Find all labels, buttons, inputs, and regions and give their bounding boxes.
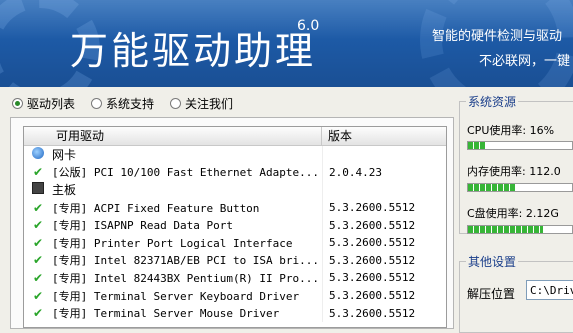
app-title: 万能驱动助理: [70, 29, 317, 73]
driver-name: [公版] PCI 10/100 Fast Ethernet Adapte...: [52, 166, 320, 180]
tab-follow-us[interactable]: 关注我们: [170, 94, 233, 112]
column-header-driver[interactable]: 可用驱动: [24, 127, 322, 145]
disk-usage-label: C盘使用率: 2.12G: [467, 207, 559, 220]
motherboard-icon: [32, 182, 44, 195]
check-icon: ✔: [32, 270, 44, 285]
cpu-usage-label: CPU使用率: 16%: [467, 124, 555, 137]
check-icon: ✔: [32, 288, 44, 303]
other-settings-title: 其他设置: [466, 253, 519, 270]
disk-usage-value: 2.12G: [525, 207, 559, 220]
tab-label: 驱动列表: [27, 96, 76, 111]
app-version: 6.0: [297, 18, 320, 34]
cpu-usage-bar: [467, 141, 573, 150]
table-row[interactable]: ✔ [专用] ISAPNP Read Data Port 5.3.2600.551…: [24, 216, 446, 234]
table-row[interactable]: ✔ [专用] Intel 82443BX Pentium(R) II Pro...…: [24, 269, 446, 287]
slogan-line-2: 不必联网，一键: [479, 54, 571, 69]
driver-version: 5.3.2600.5512: [329, 218, 416, 232]
check-icon: ✔: [32, 218, 44, 233]
check-icon: ✔: [32, 306, 44, 321]
table-row[interactable]: ✔ [专用] ACPI Fixed Feature Button 5.3.2600…: [24, 198, 446, 217]
radio-icon[interactable]: [91, 97, 103, 109]
system-resources-title: 系统资源: [466, 93, 519, 110]
tab-system-support[interactable]: 系统支持: [91, 94, 154, 112]
tab-driver-list[interactable]: 驱动列表: [12, 94, 75, 112]
network-card-icon: [32, 147, 44, 160]
driver-name: [专用] Intel 82371AB/EB PCI to ISA bri...: [52, 254, 320, 268]
category-name: 网卡: [52, 148, 77, 163]
driver-name: [专用] Terminal Server Keyboard Driver: [52, 289, 300, 303]
disk-usage-bar: [467, 225, 573, 234]
driver-name: [专用] Terminal Server Mouse Driver: [52, 307, 280, 321]
memory-usage-bar: [467, 183, 573, 192]
driver-name: [专用] ACPI Fixed Feature Button: [52, 201, 260, 215]
driver-version: 5.3.2600.5512: [329, 236, 416, 250]
driver-version: 5.3.2600.5512: [329, 306, 416, 320]
category-row-network[interactable]: 网卡: [24, 146, 446, 164]
slogan-line-1: 智能的硬件检测与驱动: [432, 29, 563, 44]
driver-version: 2.0.4.23: [329, 165, 382, 179]
check-icon: ✔: [32, 165, 44, 180]
check-icon: ✔: [32, 235, 44, 250]
header-banner: 万能驱动助理 6.0 智能的硬件检测与驱动 不必联网，一键: [0, 0, 573, 87]
memory-usage-label: 内存使用率: 112.0: [467, 165, 561, 178]
table-row[interactable]: ✔ [专用] Terminal Server Keyboard Driver 5.…: [24, 286, 446, 305]
check-icon: ✔: [32, 200, 44, 215]
table-row[interactable]: ✔ [专用] Terminal Server Mouse Driver 5.3.2…: [24, 304, 446, 322]
driver-version: 5.3.2600.5512: [329, 271, 416, 285]
driver-version: 5.3.2600.5512: [329, 289, 416, 303]
tab-label: 关注我们: [185, 96, 234, 111]
driver-version: 5.3.2600.5512: [329, 201, 416, 215]
table-row[interactable]: ✔ [公版] PCI 10/100 Fast Ethernet Adapte...…: [24, 163, 446, 182]
driver-list-panel: 可用驱动 版本 网卡 ✔ [公版] PCI 10/100 Fast Etherne…: [10, 117, 454, 329]
driver-name: [专用] Printer Port Logical Interface: [52, 236, 293, 250]
radio-icon[interactable]: [170, 97, 182, 109]
memory-usage-value: 112.0: [529, 165, 561, 178]
extract-location-label: 解压位置: [467, 287, 516, 301]
column-header-version[interactable]: 版本: [322, 127, 446, 145]
category-name: 主板: [52, 183, 77, 198]
extract-location-input[interactable]: C:\Driv: [526, 280, 573, 300]
driver-name: [专用] Intel 82443BX Pentium(R) II Pro...: [52, 271, 320, 285]
check-icon: ✔: [32, 253, 44, 268]
list-header: 可用驱动 版本: [24, 127, 446, 146]
driver-list[interactable]: 可用驱动 版本 网卡 ✔ [公版] PCI 10/100 Fast Etherne…: [23, 126, 447, 328]
driver-name: [专用] ISAPNP Read Data Port: [52, 219, 233, 233]
radio-selected-icon[interactable]: [12, 97, 23, 109]
tab-label: 系统支持: [106, 96, 155, 111]
tab-bar: 驱动列表 系统支持 关注我们: [12, 94, 233, 112]
category-row-motherboard[interactable]: 主板: [24, 181, 446, 199]
table-row[interactable]: ✔ [专用] Printer Port Logical Interface 5.3…: [24, 233, 446, 252]
table-row[interactable]: ✔ [专用] Intel 82371AB/EB PCI to ISA bri...…: [24, 251, 446, 270]
cpu-usage-value: 16%: [529, 124, 555, 137]
driver-version: 5.3.2600.5512: [329, 253, 416, 267]
